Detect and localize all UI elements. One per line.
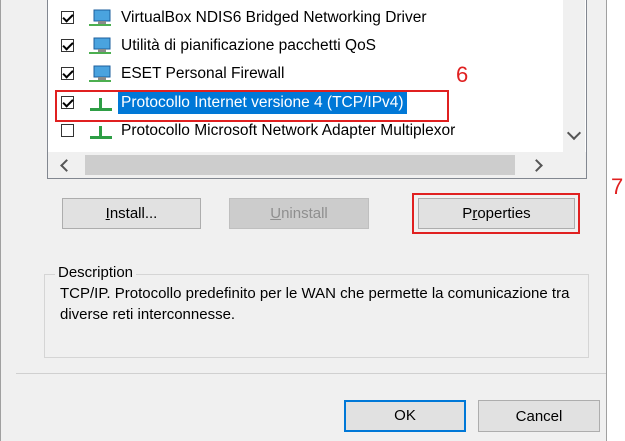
install-button-label: nstall... [109,205,158,222]
scroll-down-arrow-icon[interactable] [566,125,582,141]
scroll-right-arrow-icon[interactable] [530,159,543,172]
uninstall-button-label: ninstall [281,205,328,222]
list-item[interactable]: VirtualBox NDIS6 Bridged Networking Driv… [48,4,563,32]
cancel-button[interactable]: Cancel [478,400,600,432]
annotation-highlight-properties [412,193,580,234]
uninstall-button-underline: U [270,205,282,222]
component-checkbox[interactable] [61,39,74,52]
component-label: ESET Personal Firewall [121,65,285,82]
component-checkbox[interactable] [61,67,74,80]
component-label: VirtualBox NDIS6 Bridged Networking Driv… [121,9,427,26]
annotation-step-7: 7 [611,174,624,199]
components-list-items: VirtualBox NDIS6 Bridged Networking Driv… [48,0,563,152]
properties-dialog: VirtualBox NDIS6 Bridged Networking Driv… [0,0,607,441]
description-title: Description [55,264,137,282]
install-button[interactable]: Install... [62,198,201,229]
list-item[interactable]: ESET Personal Firewall [48,60,563,88]
dialog-divider [16,373,606,374]
description-text: TCP/IP. Protocollo predefinito per le WA… [60,285,570,323]
component-label: Protocollo Microsoft Network Adapter Mul… [121,122,456,139]
annotation-step-6: 6 [456,62,469,87]
horizontal-scroll-thumb[interactable] [85,155,515,175]
uninstall-button[interactable]: Uninstall [229,198,369,229]
annotation-highlight-ipv4 [55,90,449,122]
ok-button[interactable]: OK [344,400,466,432]
vertical-scrollbar[interactable] [563,0,585,152]
network-client-icon [89,65,111,82]
network-client-icon [89,37,111,54]
network-client-icon [89,9,111,26]
protocol-icon [90,126,112,139]
scroll-left-arrow-icon[interactable] [60,159,73,172]
component-checkbox[interactable] [61,11,74,24]
dialog-left-border [0,0,1,441]
list-item[interactable]: Utilità di pianificazione pacchetti QoS [48,32,563,60]
horizontal-scrollbar[interactable] [48,152,586,178]
component-label: Utilità di pianificazione pacchetti QoS [121,37,377,54]
component-checkbox[interactable] [61,124,74,137]
